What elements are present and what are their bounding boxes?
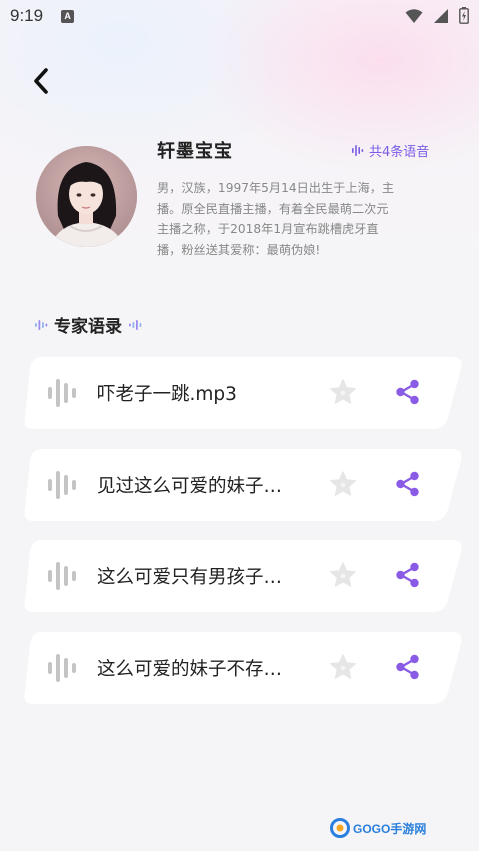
voice-item[interactable]: 这么可爱的妹子不存… <box>24 632 462 704</box>
signal-icon <box>434 8 448 23</box>
notification-icon: A <box>61 9 75 23</box>
sound-wave-icon <box>129 319 142 330</box>
profile-description: 男，汉族，1997年5月14日出生于上海，主播。原全民直播主播，有着全民最萌二次… <box>157 181 395 257</box>
sound-wave-icon <box>35 319 48 330</box>
gogo-logo-icon <box>330 818 350 838</box>
profile-name: 轩墨宝宝 <box>157 141 233 162</box>
avatar-portrait <box>36 146 137 247</box>
status-bar: 9:19 A <box>0 0 479 32</box>
section-title: 专家语录 <box>54 317 122 337</box>
star-icon[interactable] <box>329 561 357 589</box>
watermark-text: GOGO手游网 <box>353 821 427 836</box>
voice-title: 吓老子一跳.mp3 <box>97 384 237 405</box>
star-icon[interactable] <box>329 378 357 406</box>
watermark: GOGO手游网 <box>330 818 426 838</box>
status-icons <box>405 7 469 24</box>
voice-item[interactable]: 见过这么可爱的妹子… <box>24 449 462 521</box>
voice-count-badge: 共4条语音 <box>351 141 429 160</box>
share-icon[interactable] <box>395 562 421 588</box>
audio-wave-icon <box>48 562 76 590</box>
voice-title: 这么可爱的妹子不存… <box>97 659 283 680</box>
share-icon[interactable] <box>395 471 421 497</box>
voice-title: 见过这么可爱的妹子… <box>97 476 283 497</box>
voice-item[interactable]: 这么可爱只有男孩子… <box>24 540 462 612</box>
avatar <box>36 146 137 247</box>
voice-title: 这么可爱只有男孩子… <box>97 567 283 588</box>
star-icon[interactable] <box>329 470 357 498</box>
audio-wave-icon <box>48 379 76 407</box>
share-icon[interactable] <box>395 379 421 405</box>
sound-wave-icon <box>352 145 364 156</box>
share-icon[interactable] <box>395 654 421 680</box>
chevron-left-icon <box>34 68 48 94</box>
back-button[interactable] <box>26 64 56 98</box>
audio-wave-icon <box>48 654 76 682</box>
wifi-icon <box>405 8 423 23</box>
battery-icon <box>459 7 469 24</box>
voice-item[interactable]: 吓老子一跳.mp3 <box>24 357 462 429</box>
status-time: 9:19 <box>10 6 44 25</box>
star-icon[interactable] <box>329 653 357 681</box>
audio-wave-icon <box>48 471 76 499</box>
voice-count-text: 共4条语音 <box>369 145 430 160</box>
section-header: 专家语录 <box>34 312 142 337</box>
